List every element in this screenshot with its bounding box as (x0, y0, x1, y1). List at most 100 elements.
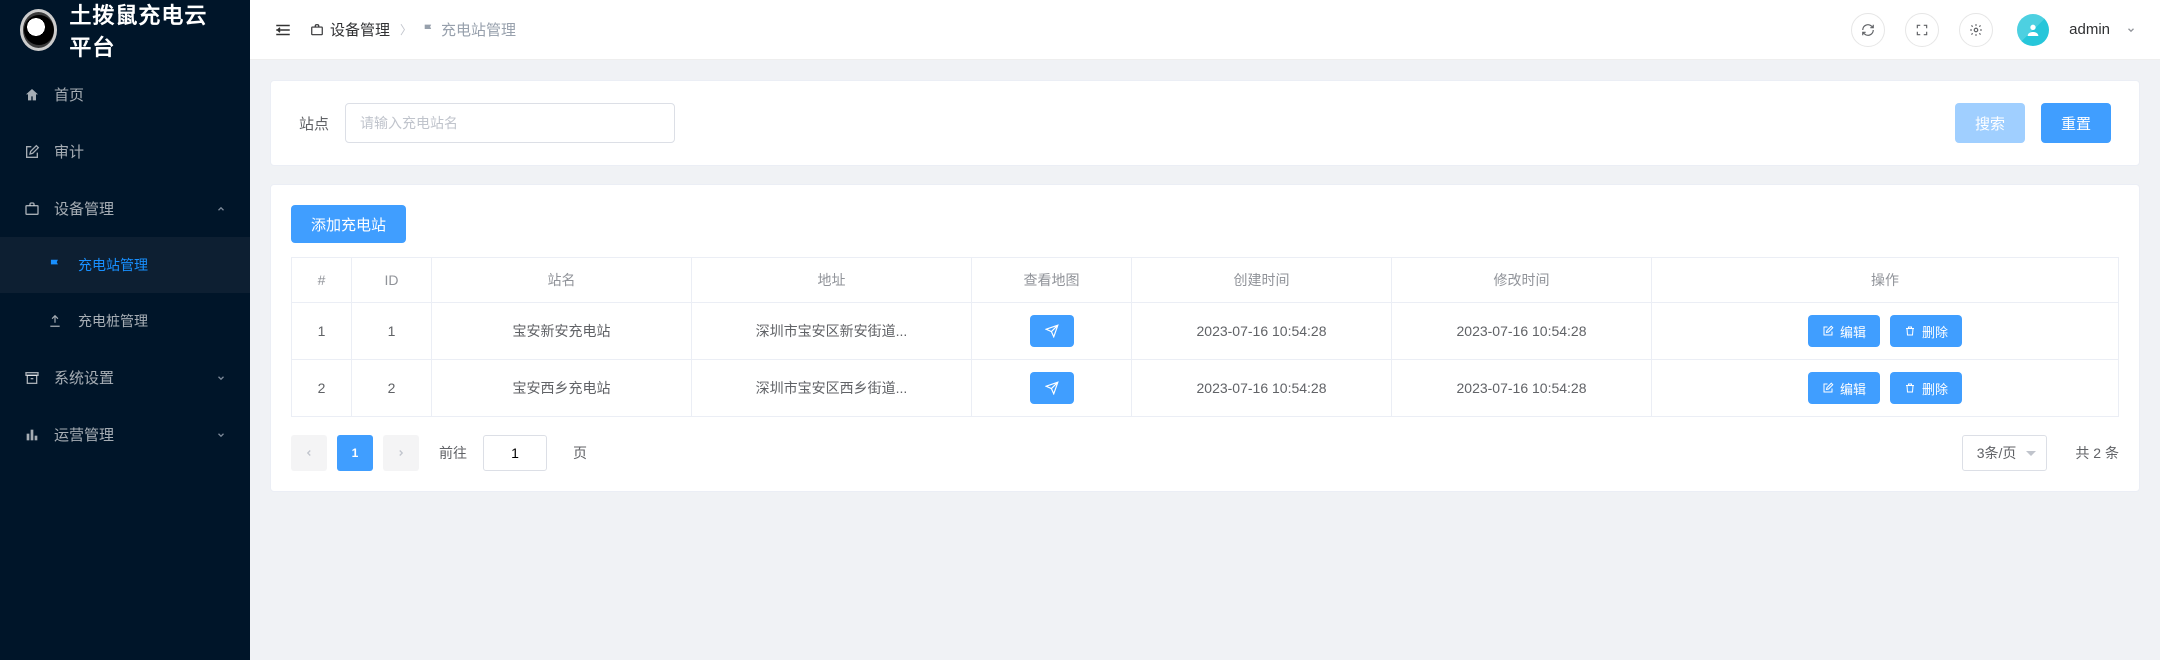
goto-suffix: 页 (573, 443, 587, 463)
briefcase-icon (310, 23, 324, 37)
edit-icon (1822, 325, 1834, 337)
flag-icon (422, 23, 435, 36)
edit-icon (1822, 382, 1834, 394)
cell-ops: 编辑删除 (1652, 360, 2119, 417)
page-size-select[interactable]: 3条/页 (1962, 435, 2048, 471)
col-name: 站名 (432, 258, 692, 303)
col-index: # (292, 258, 352, 303)
trash-icon (1904, 325, 1916, 337)
cell-index: 1 (292, 303, 352, 360)
col-addr: 地址 (692, 258, 972, 303)
location-icon (1045, 324, 1059, 338)
flag-icon (48, 258, 66, 272)
fullscreen-button[interactable] (1905, 13, 1939, 47)
sidebar-item-system-settings[interactable]: 系统设置 (0, 349, 250, 406)
cell-address: 深圳市宝安区西乡街道... (692, 360, 972, 417)
col-ops: 操作 (1652, 258, 2119, 303)
prev-page-button[interactable] (291, 435, 327, 471)
collapse-sidebar-button[interactable] (274, 21, 292, 39)
total-count: 共 2 条 (2075, 443, 2119, 463)
search-button[interactable]: 搜索 (1955, 103, 2025, 143)
search-label: 站点 (299, 113, 329, 134)
sidebar-item-label: 运营管理 (54, 424, 204, 445)
sidebar-item-label: 审计 (54, 141, 226, 162)
page-1-button[interactable]: 1 (337, 435, 373, 471)
refresh-button[interactable] (1851, 13, 1885, 47)
sidebar-submenu-device: 充电站管理 充电桩管理 (0, 237, 250, 349)
next-page-button[interactable] (383, 435, 419, 471)
cell-name: 宝安西乡充电站 (432, 360, 692, 417)
breadcrumb: 设备管理 〉 充电站管理 (310, 19, 516, 40)
chevron-right-icon: 〉 (400, 21, 412, 38)
cell-id: 2 (352, 360, 432, 417)
brand-title: 土拨鼠充电云平台 (69, 0, 230, 62)
view-map-button[interactable] (1030, 315, 1074, 347)
col-created: 创建时间 (1132, 258, 1392, 303)
home-icon (24, 87, 42, 103)
table-row: 22宝安西乡充电站深圳市宝安区西乡街道...2023-07-16 10:54:2… (292, 360, 2119, 417)
sidebar-item-label: 充电站管理 (78, 255, 226, 275)
sidebar-item-station-mgmt[interactable]: 充电站管理 (0, 237, 250, 293)
edit-button[interactable]: 编辑 (1808, 315, 1880, 347)
breadcrumb-label: 设备管理 (330, 19, 390, 40)
cell-address: 深圳市宝安区新安街道... (692, 303, 972, 360)
briefcase-icon (24, 201, 42, 217)
goto-page-input[interactable] (483, 435, 547, 471)
table-row: 11宝安新安充电站深圳市宝安区新安街道...2023-07-16 10:54:2… (292, 303, 2119, 360)
sidebar-item-label: 设备管理 (54, 198, 204, 219)
sidebar-menu: 首页 审计 设备管理 充电站管理 (0, 60, 250, 463)
cell-ops: 编辑删除 (1652, 303, 2119, 360)
cell-map (972, 303, 1132, 360)
chevron-down-icon (216, 373, 226, 383)
chart-icon (24, 427, 42, 443)
cell-map (972, 360, 1132, 417)
location-icon (1045, 381, 1059, 395)
cell-updated: 2023-07-16 10:54:28 (1392, 360, 1652, 417)
reset-button[interactable]: 重置 (2041, 103, 2111, 143)
sidebar-item-operations[interactable]: 运营管理 (0, 406, 250, 463)
col-updated: 修改时间 (1392, 258, 1652, 303)
sidebar-item-device-mgmt[interactable]: 设备管理 (0, 180, 250, 237)
user-menu-toggle[interactable] (2126, 25, 2136, 35)
search-card: 站点 搜索 重置 (270, 80, 2140, 166)
logo-row: 土拨鼠充电云平台 (0, 0, 250, 60)
trash-icon (1904, 382, 1916, 394)
page-body: 站点 搜索 重置 添加充电站 # ID 站名 地址 查看地图 创建时间 (250, 60, 2160, 660)
stations-table: # ID 站名 地址 查看地图 创建时间 修改时间 操作 11宝安新安充电站深圳… (291, 257, 2119, 417)
chevron-down-icon (216, 430, 226, 440)
col-id: ID (352, 258, 432, 303)
sidebar-item-label: 首页 (54, 84, 226, 105)
logo-icon (20, 9, 57, 51)
sidebar-item-label: 充电桩管理 (78, 311, 226, 331)
sidebar-item-audit[interactable]: 审计 (0, 123, 250, 180)
page-size-label: 3条/页 (1977, 443, 2017, 463)
breadcrumb-label: 充电站管理 (441, 19, 516, 40)
table-card: 添加充电站 # ID 站名 地址 查看地图 创建时间 修改时间 操作 11宝安新… (270, 184, 2140, 492)
pagination: 1 前往 页 3条/页 共 2 条 (291, 435, 2119, 471)
breadcrumb-current: 充电站管理 (422, 19, 516, 40)
sidebar: 土拨鼠充电云平台 首页 审计 设备管理 (0, 0, 250, 660)
cell-created: 2023-07-16 10:54:28 (1132, 360, 1392, 417)
archive-icon (24, 370, 42, 386)
user-name: admin (2069, 21, 2110, 38)
avatar[interactable] (2017, 14, 2049, 46)
delete-button[interactable]: 删除 (1890, 372, 1962, 404)
cell-name: 宝安新安充电站 (432, 303, 692, 360)
sidebar-item-label: 系统设置 (54, 367, 204, 388)
add-station-button[interactable]: 添加充电站 (291, 205, 406, 243)
delete-button[interactable]: 删除 (1890, 315, 1962, 347)
cell-id: 1 (352, 303, 432, 360)
chevron-up-icon (216, 204, 226, 214)
edit-button[interactable]: 编辑 (1808, 372, 1880, 404)
breadcrumb-root[interactable]: 设备管理 (310, 19, 390, 40)
cell-index: 2 (292, 360, 352, 417)
station-name-input[interactable] (345, 103, 675, 143)
main-area: 设备管理 〉 充电站管理 admin (250, 0, 2160, 660)
upload-icon (48, 314, 66, 328)
sidebar-item-home[interactable]: 首页 (0, 66, 250, 123)
settings-button[interactable] (1959, 13, 1993, 47)
col-map: 查看地图 (972, 258, 1132, 303)
cell-created: 2023-07-16 10:54:28 (1132, 303, 1392, 360)
view-map-button[interactable] (1030, 372, 1074, 404)
sidebar-item-pile-mgmt[interactable]: 充电桩管理 (0, 293, 250, 349)
